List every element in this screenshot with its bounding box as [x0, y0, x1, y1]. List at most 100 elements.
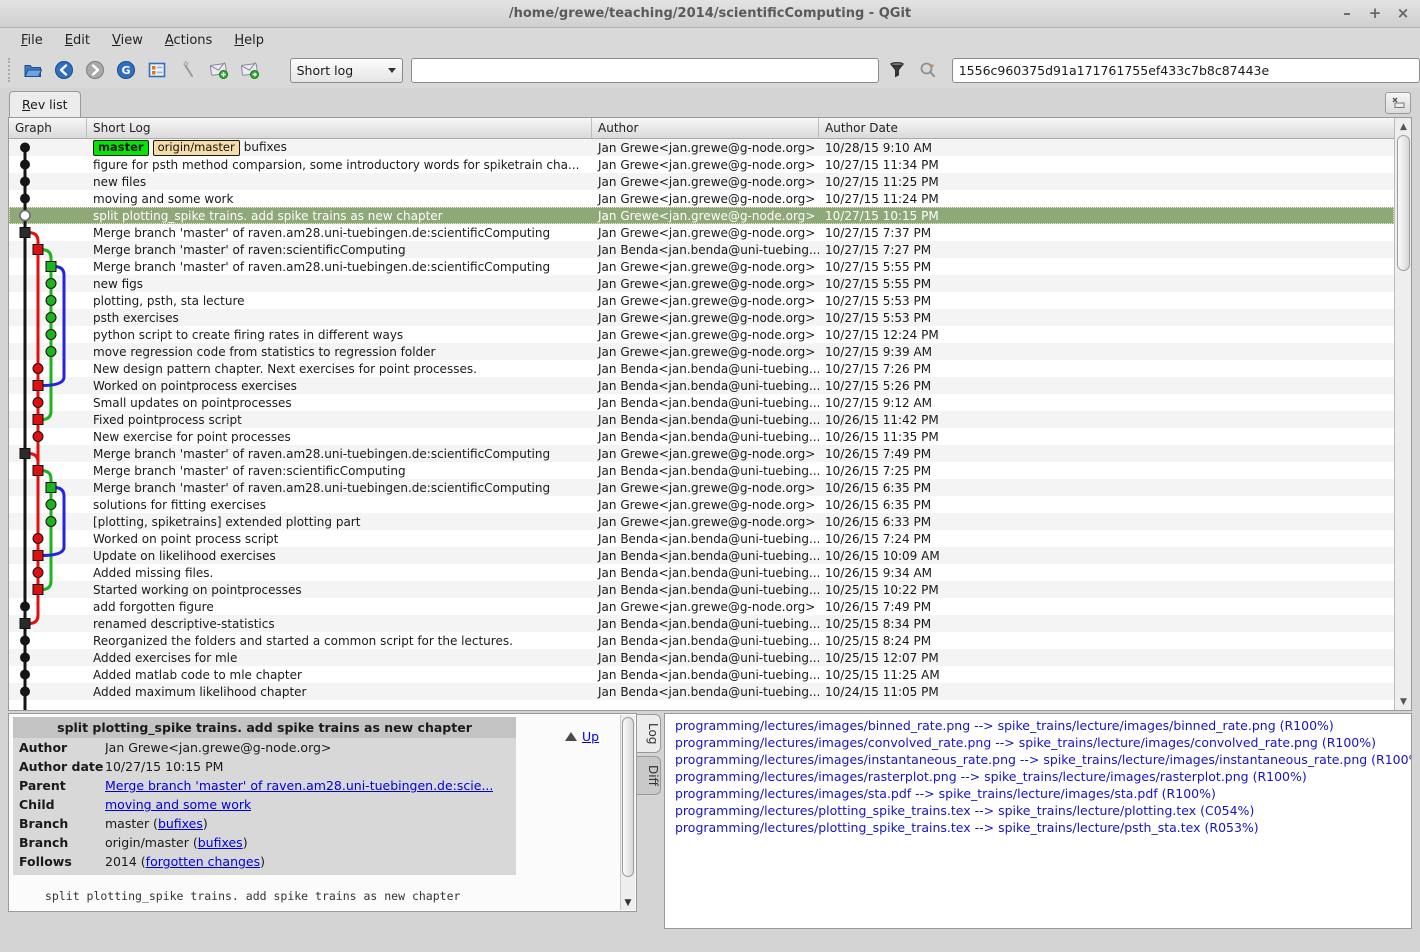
commit-row[interactable]: solutions for fitting exercisesJan Grewe… — [9, 496, 1394, 513]
scroll-up-icon[interactable]: ▲ — [1396, 119, 1411, 134]
diff-file-line[interactable]: programming/lectures/images/rasterplot.p… — [675, 769, 1411, 786]
author-date-cell: 10/27/15 5:55 PM — [819, 277, 1394, 291]
filter-toggle-button[interactable] — [885, 57, 910, 83]
commit-row[interactable]: psth exercisesJan Grewe<jan.grewe@g-node… — [9, 309, 1394, 326]
reload-button[interactable]: G — [114, 57, 139, 83]
up-control[interactable]: Up — [565, 729, 599, 744]
commit-row[interactable]: Added maximum likelihood chapterJan Bend… — [9, 683, 1394, 700]
diff-file-line[interactable]: programming/lectures/images/binned_rate.… — [675, 718, 1411, 735]
author-date-cell: 10/27/15 7:37 PM — [819, 226, 1394, 240]
commit-row[interactable]: Small updates on pointprocessesJan Benda… — [9, 394, 1394, 411]
column-header-author[interactable]: Author — [592, 118, 819, 138]
commit-row[interactable]: New design pattern chapter. Next exercis… — [9, 360, 1394, 377]
commit-row[interactable]: plotting, psth, sta lectureJan Grewe<jan… — [9, 292, 1394, 309]
details-scrollbar[interactable]: ▼ — [620, 715, 635, 910]
commit-row[interactable]: Added matlab code to mle chapterJan Bend… — [9, 666, 1394, 683]
tab-rev-list[interactable]: Rev list — [9, 91, 81, 117]
forward-button[interactable] — [83, 57, 108, 83]
commit-row[interactable]: Worked on point process scriptJan Benda<… — [9, 530, 1394, 547]
commit-row[interactable]: Merge branch 'master' of raven.am28.uni-… — [9, 258, 1394, 275]
detail-field-label: Author date — [13, 757, 105, 776]
commit-row[interactable]: Started working on pointprocessesJan Ben… — [9, 581, 1394, 598]
commit-row[interactable]: Worked on pointprocess exercisesJan Bend… — [9, 377, 1394, 394]
commit-row[interactable]: Merge branch 'master' of raven.am28.uni-… — [9, 224, 1394, 241]
commit-row[interactable]: add forgotten figureJan Grewe<jan.grewe@… — [9, 598, 1394, 615]
graph-cell — [9, 360, 87, 377]
menu-edit[interactable]: Edit — [54, 31, 101, 50]
menu-file[interactable]: File — [10, 31, 54, 50]
commit-row[interactable]: moving and some workJan Grewe<jan.grewe@… — [9, 190, 1394, 207]
tab-corner-button[interactable] — [1385, 92, 1411, 114]
diff-file-line[interactable]: programming/lectures/plotting_spike_trai… — [675, 820, 1411, 837]
commit-row[interactable]: Merge branch 'master' of raven:scientifi… — [9, 462, 1394, 479]
short-log-cell: Added maximum likelihood chapter — [87, 685, 592, 699]
diff-file-line[interactable]: programming/lectures/images/sta.pdf --> … — [675, 786, 1411, 803]
commit-row[interactable]: [plotting, spiketrains] extended plottin… — [9, 513, 1394, 530]
short-log-cell: figure for psth method comparsion, some … — [87, 158, 592, 172]
commit-row[interactable]: python script to create firing rates in … — [9, 326, 1394, 343]
side-tab-diff[interactable]: Diff — [637, 756, 661, 795]
detail-link[interactable]: Merge branch 'master' of raven.am28.uni-… — [105, 778, 493, 793]
rev-list-scrollbar[interactable]: ▲ ▼ — [1394, 118, 1411, 710]
find-button[interactable] — [176, 57, 201, 83]
menu-view[interactable]: View — [101, 31, 154, 50]
detail-field-value: 10/27/15 10:15 PM — [105, 757, 223, 776]
commit-row[interactable]: split plotting_spike trains. add spike t… — [9, 207, 1394, 224]
commit-row[interactable]: new figsJan Grewe<jan.grewe@g-node.org>1… — [9, 275, 1394, 292]
toolbar-handle[interactable] — [8, 58, 14, 82]
commit-row[interactable]: new filesJan Grewe<jan.grewe@g-node.org>… — [9, 173, 1394, 190]
author-cell: Jan Benda<jan.benda@uni-tuebing... — [592, 668, 819, 682]
up-link[interactable]: Up — [582, 729, 599, 744]
short-log-cell: plotting, psth, sta lecture — [87, 294, 592, 308]
commit-row[interactable]: New exercise for point processesJan Bend… — [9, 428, 1394, 445]
column-header-short-log[interactable]: Short Log — [87, 118, 592, 138]
commit-row[interactable]: Added exercises for mleJan Benda<jan.ben… — [9, 649, 1394, 666]
author-date-cell: 10/25/15 8:24 PM — [819, 634, 1394, 648]
detail-link[interactable]: moving and some work — [105, 797, 251, 812]
commit-row[interactable]: Added missing files.Jan Benda<jan.benda@… — [9, 564, 1394, 581]
commit-row[interactable]: move regression code from statistics to … — [9, 343, 1394, 360]
save-patch-button[interactable] — [207, 57, 232, 83]
commit-row[interactable]: Reorganized the folders and started a co… — [9, 632, 1394, 649]
column-header-author-date[interactable]: Author Date — [819, 118, 1394, 138]
column-header-graph[interactable]: Graph — [9, 118, 87, 138]
diff-file-line[interactable]: programming/lectures/images/convolved_ra… — [675, 735, 1411, 752]
highlight-search-button[interactable] — [916, 57, 941, 83]
tab-rev-list-label: Rev list — [22, 97, 68, 112]
commit-row[interactable]: Merge branch 'master' of raven.am28.uni-… — [9, 445, 1394, 462]
scrollbar-thumb[interactable] — [1397, 135, 1410, 271]
author-date-cell: 10/26/15 6:33 PM — [819, 515, 1394, 529]
open-repository-button[interactable] — [21, 57, 46, 83]
minimize-button[interactable]: – — [1338, 5, 1356, 23]
author-cell: Jan Benda<jan.benda@uni-tuebing... — [592, 464, 819, 478]
toggle-view-button[interactable] — [145, 57, 170, 83]
detail-field-author-date: Author date10/27/15 10:15 PM — [13, 757, 516, 776]
side-tab-log[interactable]: Log — [637, 714, 661, 753]
log-view-select[interactable]: Short log — [290, 58, 404, 83]
commit-row[interactable]: renamed descriptive-statisticsJan Benda<… — [9, 615, 1394, 632]
diff-file-line[interactable]: programming/lectures/plotting_spike_trai… — [675, 803, 1411, 820]
detail-link[interactable]: forgotten changes — [146, 854, 260, 869]
commit-row[interactable]: Fixed pointprocess scriptJan Benda<jan.b… — [9, 411, 1394, 428]
detail-link[interactable]: bufixes — [198, 835, 243, 850]
commit-row[interactable]: Update on likelihood exercisesJan Benda<… — [9, 547, 1394, 564]
author-cell: Jan Benda<jan.benda@uni-tuebing... — [592, 685, 819, 699]
menu-actions[interactable]: Actions — [154, 31, 224, 50]
sha-input[interactable] — [952, 58, 1420, 83]
commit-row[interactable]: Merge branch 'master' of raven:scientifi… — [9, 241, 1394, 258]
maximize-button[interactable]: + — [1366, 5, 1384, 23]
close-button[interactable]: × — [1394, 5, 1412, 23]
filter-icon — [888, 61, 906, 79]
scroll-down-icon[interactable]: ▼ — [1396, 694, 1411, 709]
commit-row[interactable]: Merge branch 'master' of raven.am28.uni-… — [9, 479, 1394, 496]
commit-row[interactable]: figure for psth method comparsion, some … — [9, 156, 1394, 173]
menu-help[interactable]: Help — [223, 31, 275, 50]
apply-patch-button[interactable] — [238, 57, 263, 83]
detail-link[interactable]: bufixes — [158, 816, 203, 831]
filter-input[interactable] — [411, 58, 878, 83]
commit-row[interactable]: masterorigin/masterbufixesJan Grewe<jan.… — [9, 139, 1394, 156]
details-scrollbar-thumb[interactable] — [622, 717, 634, 877]
back-button[interactable] — [52, 57, 77, 83]
details-scroll-down-icon[interactable]: ▼ — [622, 898, 634, 908]
diff-file-line[interactable]: programming/lectures/images/instantaneou… — [675, 752, 1411, 769]
